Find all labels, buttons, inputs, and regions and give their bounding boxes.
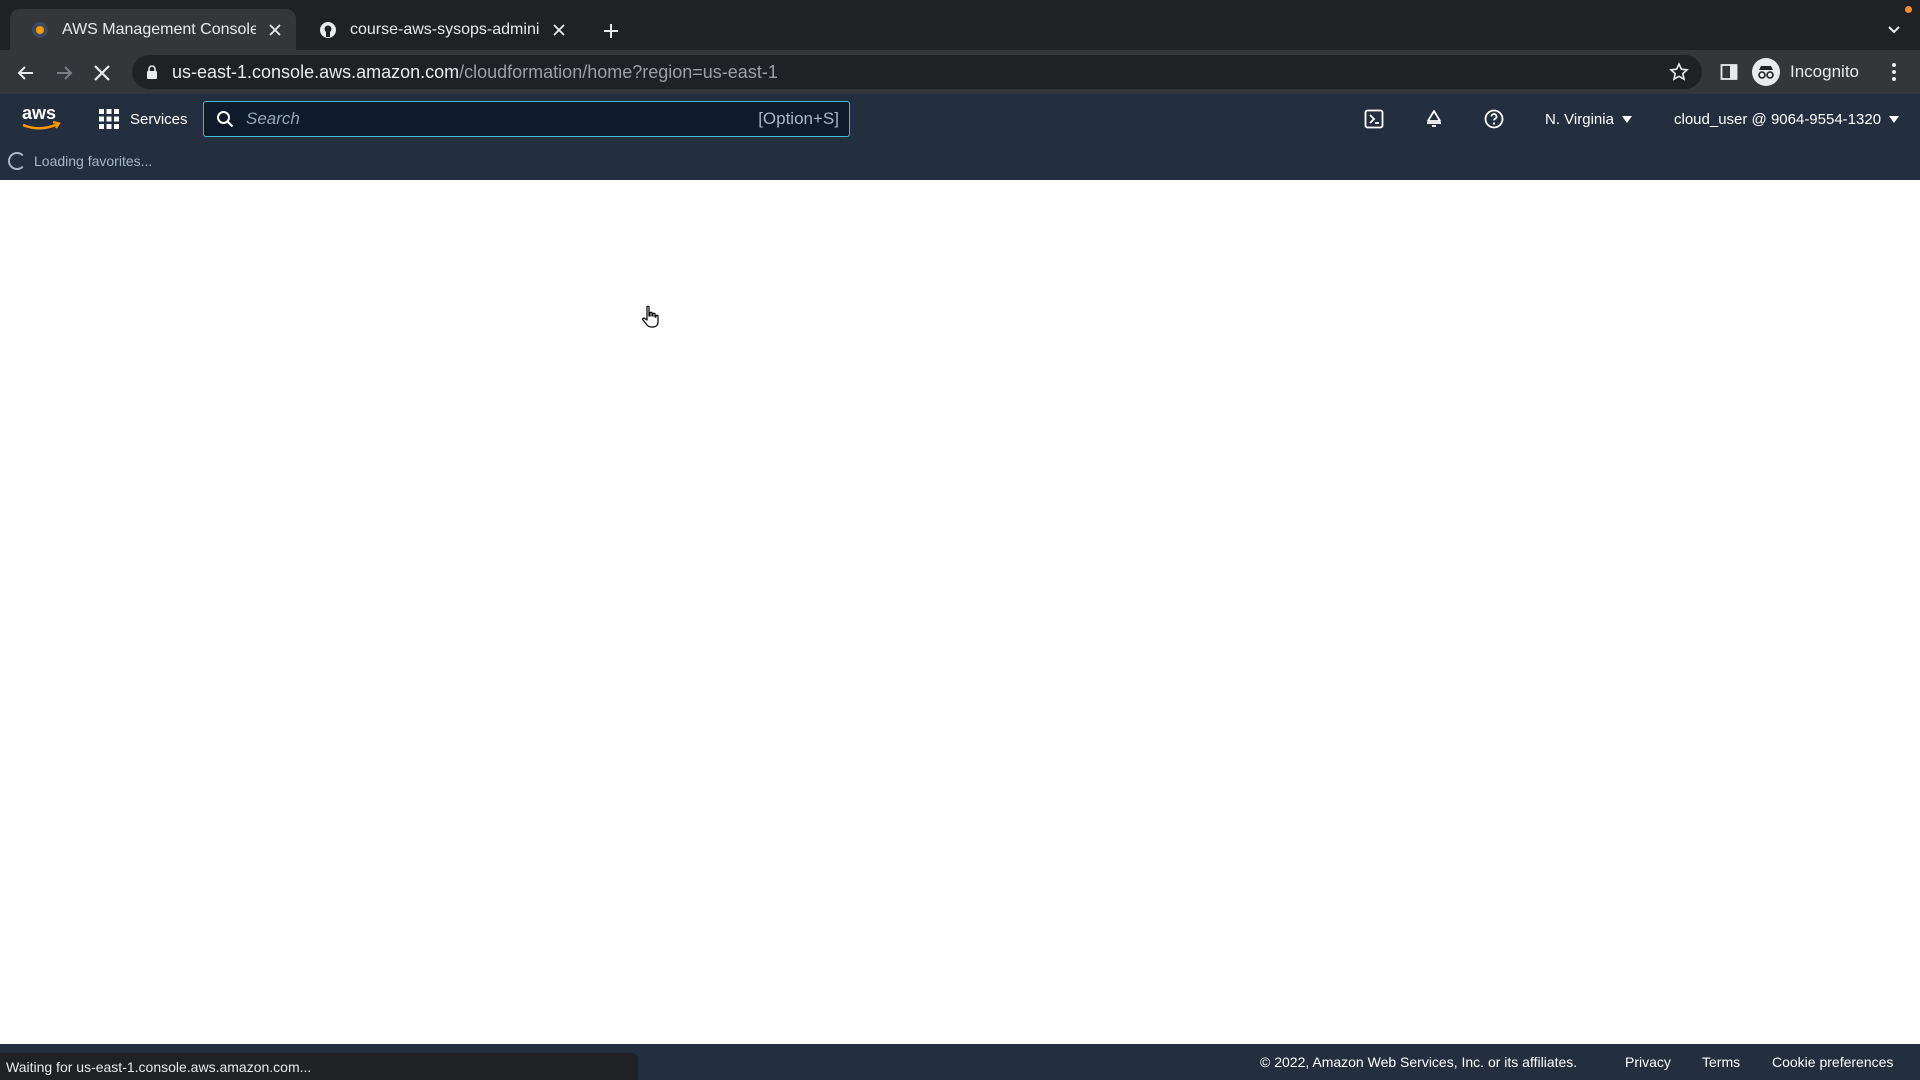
footer-link-cookie-preferences[interactable]: Cookie preferences — [1772, 1054, 1893, 1070]
caret-down-icon — [1621, 115, 1632, 123]
close-tab-icon[interactable] — [266, 21, 284, 39]
loading-spinner-icon — [8, 152, 26, 170]
cloudshell-terminal-icon[interactable] — [1362, 107, 1386, 131]
new-tab-plus-icon[interactable] — [598, 18, 624, 44]
favorites-bar: Loading favorites... — [8, 150, 152, 172]
caret-down-icon — [1889, 115, 1900, 123]
notifications-bell-icon[interactable] — [1422, 107, 1446, 131]
footer-link-privacy[interactable]: Privacy — [1625, 1054, 1671, 1070]
update-indicator-dot — [1905, 6, 1912, 13]
aws-global-nav: aws Services [Option+S] N. Virginia clou… — [0, 94, 1920, 180]
bookmark-star-icon[interactable] — [1668, 61, 1690, 83]
search-icon — [216, 109, 236, 129]
tab-aws-console[interactable]: AWS Management Console — [10, 9, 296, 50]
url-path: /cloudformation/home?region=us-east-1 — [459, 61, 778, 82]
help-question-icon[interactable] — [1482, 107, 1506, 131]
search-shortcut-hint: [Option+S] — [758, 109, 839, 128]
url-host: us-east-1.console.aws.amazon.com — [172, 61, 460, 82]
favorites-loading-text: Loading favorites... — [34, 153, 153, 169]
aws-favicon-icon — [30, 20, 50, 40]
side-panel-icon[interactable] — [1717, 60, 1741, 84]
lock-icon — [146, 64, 160, 80]
region-selector[interactable]: N. Virginia — [1545, 108, 1632, 130]
browser-toolbar: us-east-1.console.aws.amazon.com/cloudfo… — [0, 50, 1920, 94]
tab-title: AWS Management Console — [62, 20, 256, 38]
search-box[interactable]: [Option+S] — [203, 101, 850, 137]
incognito-profile[interactable]: Incognito — [1752, 55, 1859, 89]
hand-pointer-cursor-icon — [641, 305, 661, 329]
tab-search-chevron-icon[interactable] — [1882, 18, 1906, 42]
tab-title: course-aws-sysops-administrat — [350, 20, 540, 38]
footer-link-terms[interactable]: Terms — [1702, 1054, 1740, 1070]
browser-menu-icon[interactable] — [1882, 60, 1906, 84]
aws-logo[interactable]: aws — [20, 102, 62, 134]
account-menu[interactable]: cloud_user @ 9064-9554-1320 — [1674, 108, 1900, 130]
incognito-icon — [1752, 58, 1780, 86]
status-text: Waiting for us-east-1.console.aws.amazon… — [6, 1058, 312, 1075]
browser-tab-strip: AWS Management Console course-aws-sysops… — [0, 0, 1920, 50]
app-grid-icon — [99, 109, 119, 129]
search-input[interactable] — [246, 104, 759, 134]
github-icon — [318, 20, 338, 40]
browser-status-bubble: Waiting for us-east-1.console.aws.amazon… — [0, 1053, 638, 1080]
services-label: Services — [130, 110, 188, 128]
tab-github-course[interactable]: course-aws-sysops-administrat — [298, 9, 580, 50]
profile-label: Incognito — [1790, 62, 1859, 81]
services-menu-button[interactable]: Services — [98, 106, 188, 132]
close-tab-icon[interactable] — [550, 21, 568, 39]
main-content — [0, 180, 1920, 1044]
account-label: cloud_user @ 9064-9554-1320 — [1674, 110, 1882, 128]
region-label: N. Virginia — [1545, 110, 1614, 128]
aws-logo-text: aws — [22, 103, 56, 123]
copyright-text: © 2022, Amazon Web Services, Inc. or its… — [1260, 1054, 1578, 1070]
back-arrow-icon[interactable] — [12, 59, 40, 87]
stop-loading-x-icon[interactable] — [88, 59, 116, 87]
forward-arrow-icon[interactable] — [50, 59, 78, 87]
address-bar[interactable]: us-east-1.console.aws.amazon.com/cloudfo… — [132, 55, 1702, 89]
